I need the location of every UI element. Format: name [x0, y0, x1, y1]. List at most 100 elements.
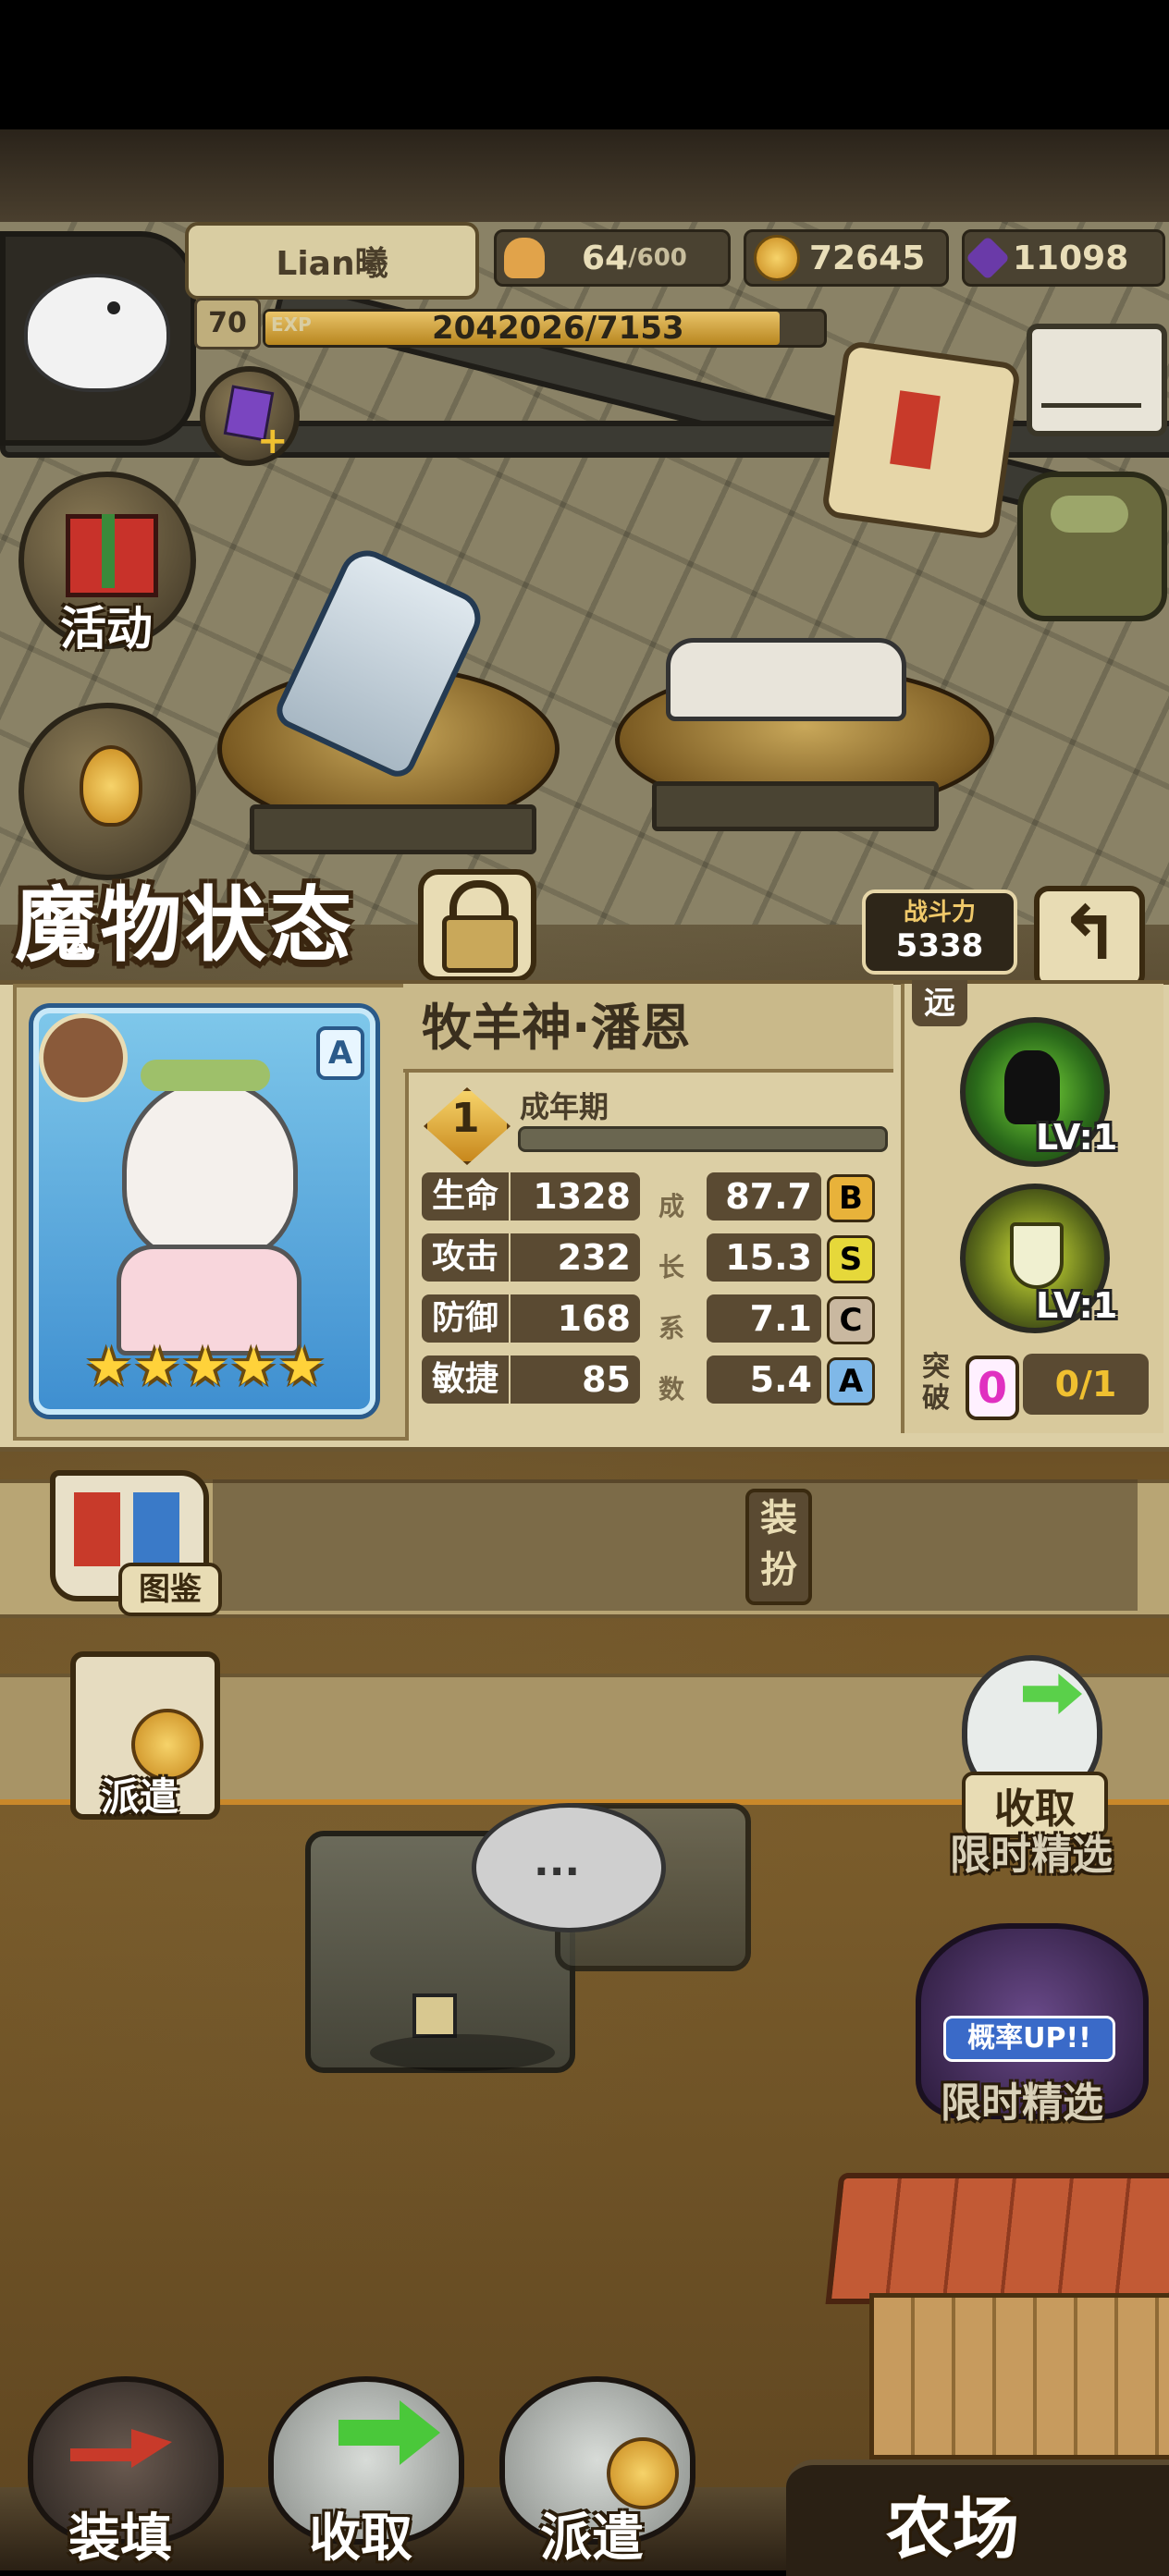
- power-label: 战斗力: [903, 899, 976, 926]
- bread-value: 64: [582, 239, 629, 277]
- player-level: 70: [194, 298, 261, 350]
- grade-badge: S: [827, 1235, 875, 1283]
- chest-lock: [412, 1993, 457, 2038]
- stat-value: 168: [511, 1294, 640, 1343]
- star-icon: ★: [85, 1337, 132, 1397]
- skill-1-level: LV:1: [1036, 1117, 1118, 1158]
- growth-char-4: 数: [658, 1374, 684, 1405]
- rank-badge: A: [316, 1026, 364, 1080]
- growth-vertical-label: 成 长 系 数: [653, 1176, 690, 1420]
- nest-left-plate: [250, 804, 536, 854]
- stat-value: 85: [511, 1355, 640, 1404]
- star-icon: ★: [230, 1337, 277, 1397]
- farm-label: 农场: [885, 2490, 1019, 2568]
- flower-crown: [141, 1060, 270, 1091]
- stat-label: 生命: [422, 1172, 509, 1221]
- green-arrow-icon: [1023, 1674, 1082, 1714]
- grade-badge: A: [827, 1357, 875, 1405]
- activity-label: 活动: [60, 602, 153, 656]
- dispatch-side-label: 派遣: [100, 1774, 178, 1820]
- limited-offer-2[interactable]: 限时精选: [916, 2069, 1128, 2128]
- star-rating: ★ ★ ★ ★ ★: [76, 1337, 335, 1402]
- breakthrough-char-1: 突: [922, 1351, 950, 1383]
- add-gem-button[interactable]: +: [200, 366, 300, 466]
- nest-right-plate: [652, 781, 939, 831]
- backpack-button[interactable]: [1017, 472, 1167, 621]
- equip-char-1: 装: [760, 1497, 797, 1539]
- gold-value: 72645: [809, 239, 926, 277]
- atlas-label: 图鉴: [118, 1563, 222, 1616]
- dispatch-label: 派遣: [540, 2509, 644, 2569]
- rate-up-badge: 概率UP!!: [943, 2016, 1115, 2062]
- barn-roof: [825, 2173, 1169, 2304]
- back-button[interactable]: ↰: [1034, 886, 1145, 989]
- monster-portrait: [122, 1078, 298, 1263]
- growth-char-2: 长: [658, 1252, 684, 1282]
- speech-bubble: ···: [472, 1803, 666, 1932]
- ground-shadow: [370, 2034, 555, 2071]
- equip-button[interactable]: 装 扮: [745, 1489, 812, 1605]
- monster-card[interactable]: A ★ ★ ★ ★ ★: [33, 1008, 375, 1415]
- stat-value: 232: [511, 1233, 640, 1282]
- collect-label: 收取: [309, 2509, 412, 2569]
- shadow-skill-icon: [1004, 1050, 1060, 1124]
- stat-label: 敏捷: [422, 1355, 509, 1404]
- equip-char-2: 扮: [760, 1549, 797, 1591]
- star-icon: ★: [278, 1337, 326, 1397]
- power-value: 5338: [895, 927, 984, 964]
- barn-body: [869, 2293, 1169, 2459]
- gem-value: 11098: [1013, 239, 1129, 277]
- stage-progress-bar: [518, 1126, 888, 1152]
- broken-eggshell: [666, 638, 906, 721]
- exp-text: 2042026/7153: [432, 310, 684, 347]
- stat-value: 1328: [511, 1172, 640, 1221]
- gem-counter[interactable]: 11098: [962, 229, 1165, 287]
- bread-counter[interactable]: 64/600: [494, 229, 731, 287]
- lock-button[interactable]: [418, 869, 536, 982]
- star-icon: ★: [133, 1337, 180, 1397]
- growth-value: 7.1: [707, 1294, 821, 1343]
- scroll-quill-icon: [890, 390, 941, 470]
- combat-power-box: 战斗力 5338: [862, 889, 1017, 975]
- load-label: 装填: [68, 2509, 172, 2569]
- breakthrough-count: 0: [966, 1355, 1019, 1420]
- bread-icon: [504, 238, 545, 278]
- gold-counter[interactable]: 72645: [744, 229, 949, 287]
- status-title: 魔物状态: [15, 877, 356, 973]
- stage-number: 1: [451, 1095, 480, 1142]
- egg-event-button[interactable]: [18, 703, 196, 880]
- stat-label: 防御: [422, 1294, 509, 1343]
- top-wooden-strip: [0, 129, 1169, 222]
- gold-coin-icon: [754, 235, 800, 281]
- shield-skill-icon: [1010, 1222, 1064, 1289]
- green-arrow-icon-bottom: [338, 2400, 440, 2465]
- red-arrow-icon: [70, 2429, 172, 2468]
- breakthrough-label: 突 破: [919, 1352, 953, 1415]
- stage-label: 成年期: [520, 1089, 609, 1124]
- breakthrough-progress: 0/1: [1023, 1354, 1149, 1415]
- player-name: Lian曦: [276, 245, 388, 283]
- growth-value: 87.7: [707, 1172, 821, 1221]
- range-badge: 远: [912, 980, 967, 1026]
- growth-value: 15.3: [707, 1233, 821, 1282]
- limited-offer-1[interactable]: 限时精选: [925, 1822, 1138, 1881]
- mail-button[interactable]: [1027, 324, 1167, 436]
- growth-char-3: 系: [658, 1313, 684, 1343]
- grade-badge: C: [827, 1296, 875, 1344]
- purple-gem-icon: [965, 235, 1011, 281]
- golden-egg-icon: [80, 745, 142, 827]
- return-arrow-icon: ↰: [1058, 890, 1121, 976]
- envelope-icon: [1041, 338, 1141, 408]
- growth-value: 5.4: [707, 1355, 821, 1404]
- exp-bar: EXP 2042026/7153: [263, 309, 827, 348]
- quest-scroll-button[interactable]: [820, 339, 1022, 541]
- bread-max: /600: [628, 244, 687, 272]
- star-icon: ★: [181, 1337, 229, 1397]
- element-icon: [39, 1013, 128, 1102]
- backpack-icon: [1051, 496, 1128, 533]
- player-name-plate[interactable]: Lian曦: [185, 222, 479, 300]
- exp-label: EXP: [271, 313, 312, 336]
- growth-char-1: 成: [658, 1191, 684, 1221]
- player-avatar[interactable]: [0, 231, 196, 446]
- skill-2-level: LV:1: [1036, 1285, 1118, 1326]
